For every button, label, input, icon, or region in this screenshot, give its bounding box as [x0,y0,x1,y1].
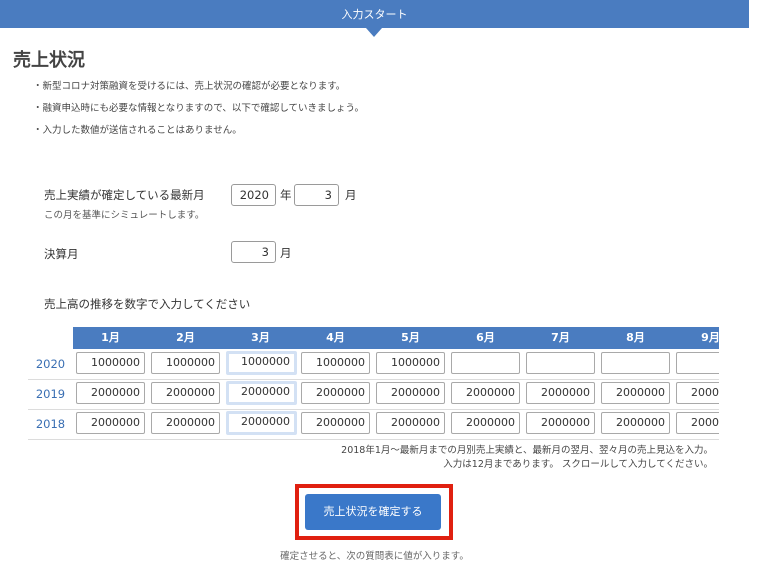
month-header: 4月 [326,331,345,344]
sales-cell[interactable]: 2000000 [301,412,370,434]
sales-cell[interactable]: 2000000 [601,382,670,404]
trend-label: 売上高の推移を数字で入力してください [44,297,251,311]
sales-cell[interactable]: 1000000 [226,351,297,375]
sales-cell[interactable] [601,352,670,374]
month-header: 7月 [551,331,570,344]
confirm-sales-button[interactable]: 売上状況を確定する [305,494,441,530]
sales-cell[interactable]: 2000000 [451,382,520,404]
sales-cell[interactable]: 2000000 [76,412,145,434]
fiscal-month-label: 決算月 [44,247,79,261]
month-header: 9月 [701,331,719,344]
month-header: 3月 [251,331,270,344]
sales-cell[interactable]: 2000000 [76,382,145,404]
sales-cell[interactable]: 2000000 [676,382,719,404]
sales-cell[interactable]: 2000000 [376,382,445,404]
sales-cell[interactable] [676,352,719,374]
month-header: 6月 [476,331,495,344]
table-note-line: 2018年1月～最新月までの月別売上実績と、最新月の翌月、翌々月の売上見込を入力… [341,445,713,456]
sales-cell[interactable] [526,352,595,374]
header-title: 入力スタート [341,8,408,21]
month-header: 1月 [101,331,120,344]
year-unit: 年 [280,188,292,202]
note-item: ・融資申込時にも必要な情報となりますので、以下で確認していきましょう。 [33,103,364,114]
latest-month-label: 売上実績が確定している最新月 [44,188,205,202]
latest-month-label-block: 売上実績が確定している最新月 この月を基準にシミュレートします。 [44,187,205,221]
sales-cell[interactable]: 1000000 [76,352,145,374]
fiscal-month-input[interactable]: 3 [231,241,276,263]
sales-cell[interactable]: 2000000 [526,382,595,404]
table-note: 2018年1月～最新月までの月別売上実績と、最新月の翌月、翌々月の売上見込を入力… [341,444,713,472]
sales-cell[interactable]: 2000000 [226,411,297,435]
header-bar: 入力スタート [0,0,749,28]
sales-table[interactable]: 1月 2月 3月 4月 5月 6月 7月 8月 9月 2020 1000000 … [28,327,719,440]
sales-cell[interactable]: 2000000 [526,412,595,434]
row-divider [28,409,719,410]
sales-cell[interactable]: 1000000 [151,352,220,374]
sales-cell[interactable]: 1000000 [301,352,370,374]
sales-cell[interactable]: 2000000 [676,412,719,434]
sales-cell[interactable]: 2000000 [151,382,220,404]
month-header: 5月 [401,331,420,344]
latest-month-input[interactable]: 3 [294,184,339,206]
header-arrow-icon [366,28,382,37]
page-title: 売上状況 [13,50,85,71]
year-label: 2018 [35,417,66,431]
month-header: 2月 [176,331,195,344]
sales-cell[interactable]: 2000000 [301,382,370,404]
year-label: 2020 [35,357,66,371]
row-divider [28,379,719,380]
sales-cell[interactable]: 1000000 [376,352,445,374]
sales-cell[interactable]: 2000000 [226,381,297,405]
sales-cell[interactable]: 2000000 [376,412,445,434]
sales-cell[interactable] [451,352,520,374]
table-note-line: 入力は12月まであります。 スクロールして入力してください。 [443,459,713,470]
sales-cell[interactable]: 2000000 [601,412,670,434]
sales-cell[interactable]: 2000000 [451,412,520,434]
footer-note: 確定させると、次の質問表に値が入ります。 [280,551,469,562]
month-header: 8月 [626,331,645,344]
latest-month-sublabel: この月を基準にシミュレートします。 [44,210,205,221]
notes-list: ・新型コロナ対策融資を受けるには、売上状況の確認が必要となります。 ・融資申込時… [33,80,364,146]
note-item: ・新型コロナ対策融資を受けるには、売上状況の確認が必要となります。 [33,81,346,92]
fiscal-month-unit: 月 [280,246,292,260]
month-unit: 月 [345,188,357,202]
year-label: 2019 [35,387,66,401]
note-item: ・入力した数値が送信されることはありません。 [33,125,242,136]
table-header: 1月 2月 3月 4月 5月 6月 7月 8月 9月 [73,327,719,349]
latest-year-input[interactable]: 2020 [231,184,276,206]
sales-cell[interactable]: 2000000 [151,412,220,434]
row-divider [28,439,719,440]
